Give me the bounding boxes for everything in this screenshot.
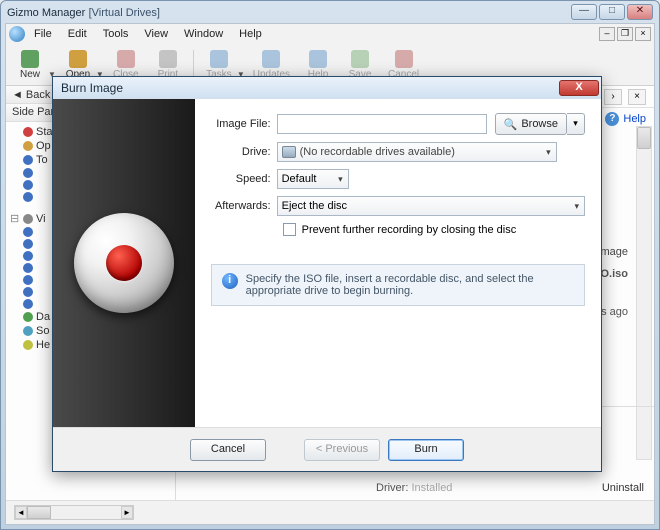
close-button[interactable]: ✕ [627, 4, 653, 20]
speed-label: Speed: [211, 173, 277, 185]
menu-view[interactable]: View [137, 26, 175, 42]
dialog-close-button[interactable]: X [559, 80, 599, 96]
menu-edit[interactable]: Edit [61, 26, 94, 42]
dialog-sidebar [53, 99, 195, 427]
image-file-label: Image File: [211, 118, 277, 130]
afterwards-dropdown[interactable]: Eject the disc [277, 196, 585, 216]
tab-close-button[interactable]: × [628, 89, 646, 105]
drive-icon [282, 146, 296, 158]
maximize-button[interactable]: □ [599, 4, 625, 20]
mdi-minimize-button[interactable]: – [599, 27, 615, 41]
toolbar-new-button[interactable]: New [10, 49, 50, 81]
drive-dropdown[interactable]: (No recordable drives available) [277, 142, 557, 162]
browse-dropdown-button[interactable]: ▾ [567, 113, 585, 135]
drive-label: Drive: [211, 146, 277, 158]
info-box: i Specify the ISO file, insert a recorda… [211, 264, 585, 306]
mdi-restore-button[interactable]: ❐ [617, 27, 633, 41]
previous-button[interactable]: < Previous [304, 439, 380, 461]
back-button[interactable]: ◄ Back [12, 88, 50, 101]
menubar: File Edit Tools View Window Help – ❐ × [6, 24, 654, 44]
uninstall-link[interactable]: Uninstall [602, 482, 644, 494]
nav-next-button[interactable]: › [604, 89, 622, 105]
menu-tools[interactable]: Tools [96, 26, 136, 42]
menu-file[interactable]: File [27, 26, 59, 42]
prevent-recording-label: Prevent further recording by closing the… [302, 224, 517, 236]
mdi-close-button[interactable]: × [635, 27, 651, 41]
minimize-button[interactable]: — [571, 4, 597, 20]
app-icon [9, 26, 25, 42]
titlebar[interactable]: Gizmo Manager [Virtual Drives] — □ ✕ [1, 1, 659, 23]
info-text: Specify the ISO file, insert a recordabl… [246, 273, 574, 297]
driver-label: Driver: Installed [376, 482, 452, 494]
burn-image-dialog: Burn Image X Image File: 🔍 Browse ▾ Driv… [52, 76, 602, 472]
burn-button[interactable]: Burn [388, 439, 464, 461]
vertical-scrollbar[interactable] [636, 126, 652, 460]
disc-icon [74, 213, 174, 313]
image-file-input[interactable] [277, 114, 487, 134]
speed-dropdown[interactable]: Default [277, 169, 349, 189]
horizontal-scrollbar[interactable]: ◄► [14, 505, 134, 520]
help-link[interactable]: ? Help [605, 112, 646, 126]
status-bar: ◄► [6, 500, 654, 524]
browse-button[interactable]: 🔍 Browse [495, 113, 567, 135]
prevent-recording-checkbox[interactable] [283, 223, 296, 236]
afterwards-label: Afterwards: [211, 200, 277, 212]
window-title: Gizmo Manager [Virtual Drives] [7, 5, 160, 19]
menu-help[interactable]: Help [232, 26, 269, 42]
cancel-button[interactable]: Cancel [190, 439, 266, 461]
info-icon: i [222, 273, 238, 289]
dialog-titlebar[interactable]: Burn Image X [53, 77, 601, 99]
dialog-footer: Cancel < Previous Burn [53, 427, 601, 471]
dialog-title: Burn Image [61, 81, 123, 95]
dialog-form: Image File: 🔍 Browse ▾ Drive: (No record… [195, 99, 601, 427]
help-icon: ? [605, 112, 619, 126]
menu-window[interactable]: Window [177, 26, 230, 42]
search-icon: 🔍 [504, 118, 518, 131]
